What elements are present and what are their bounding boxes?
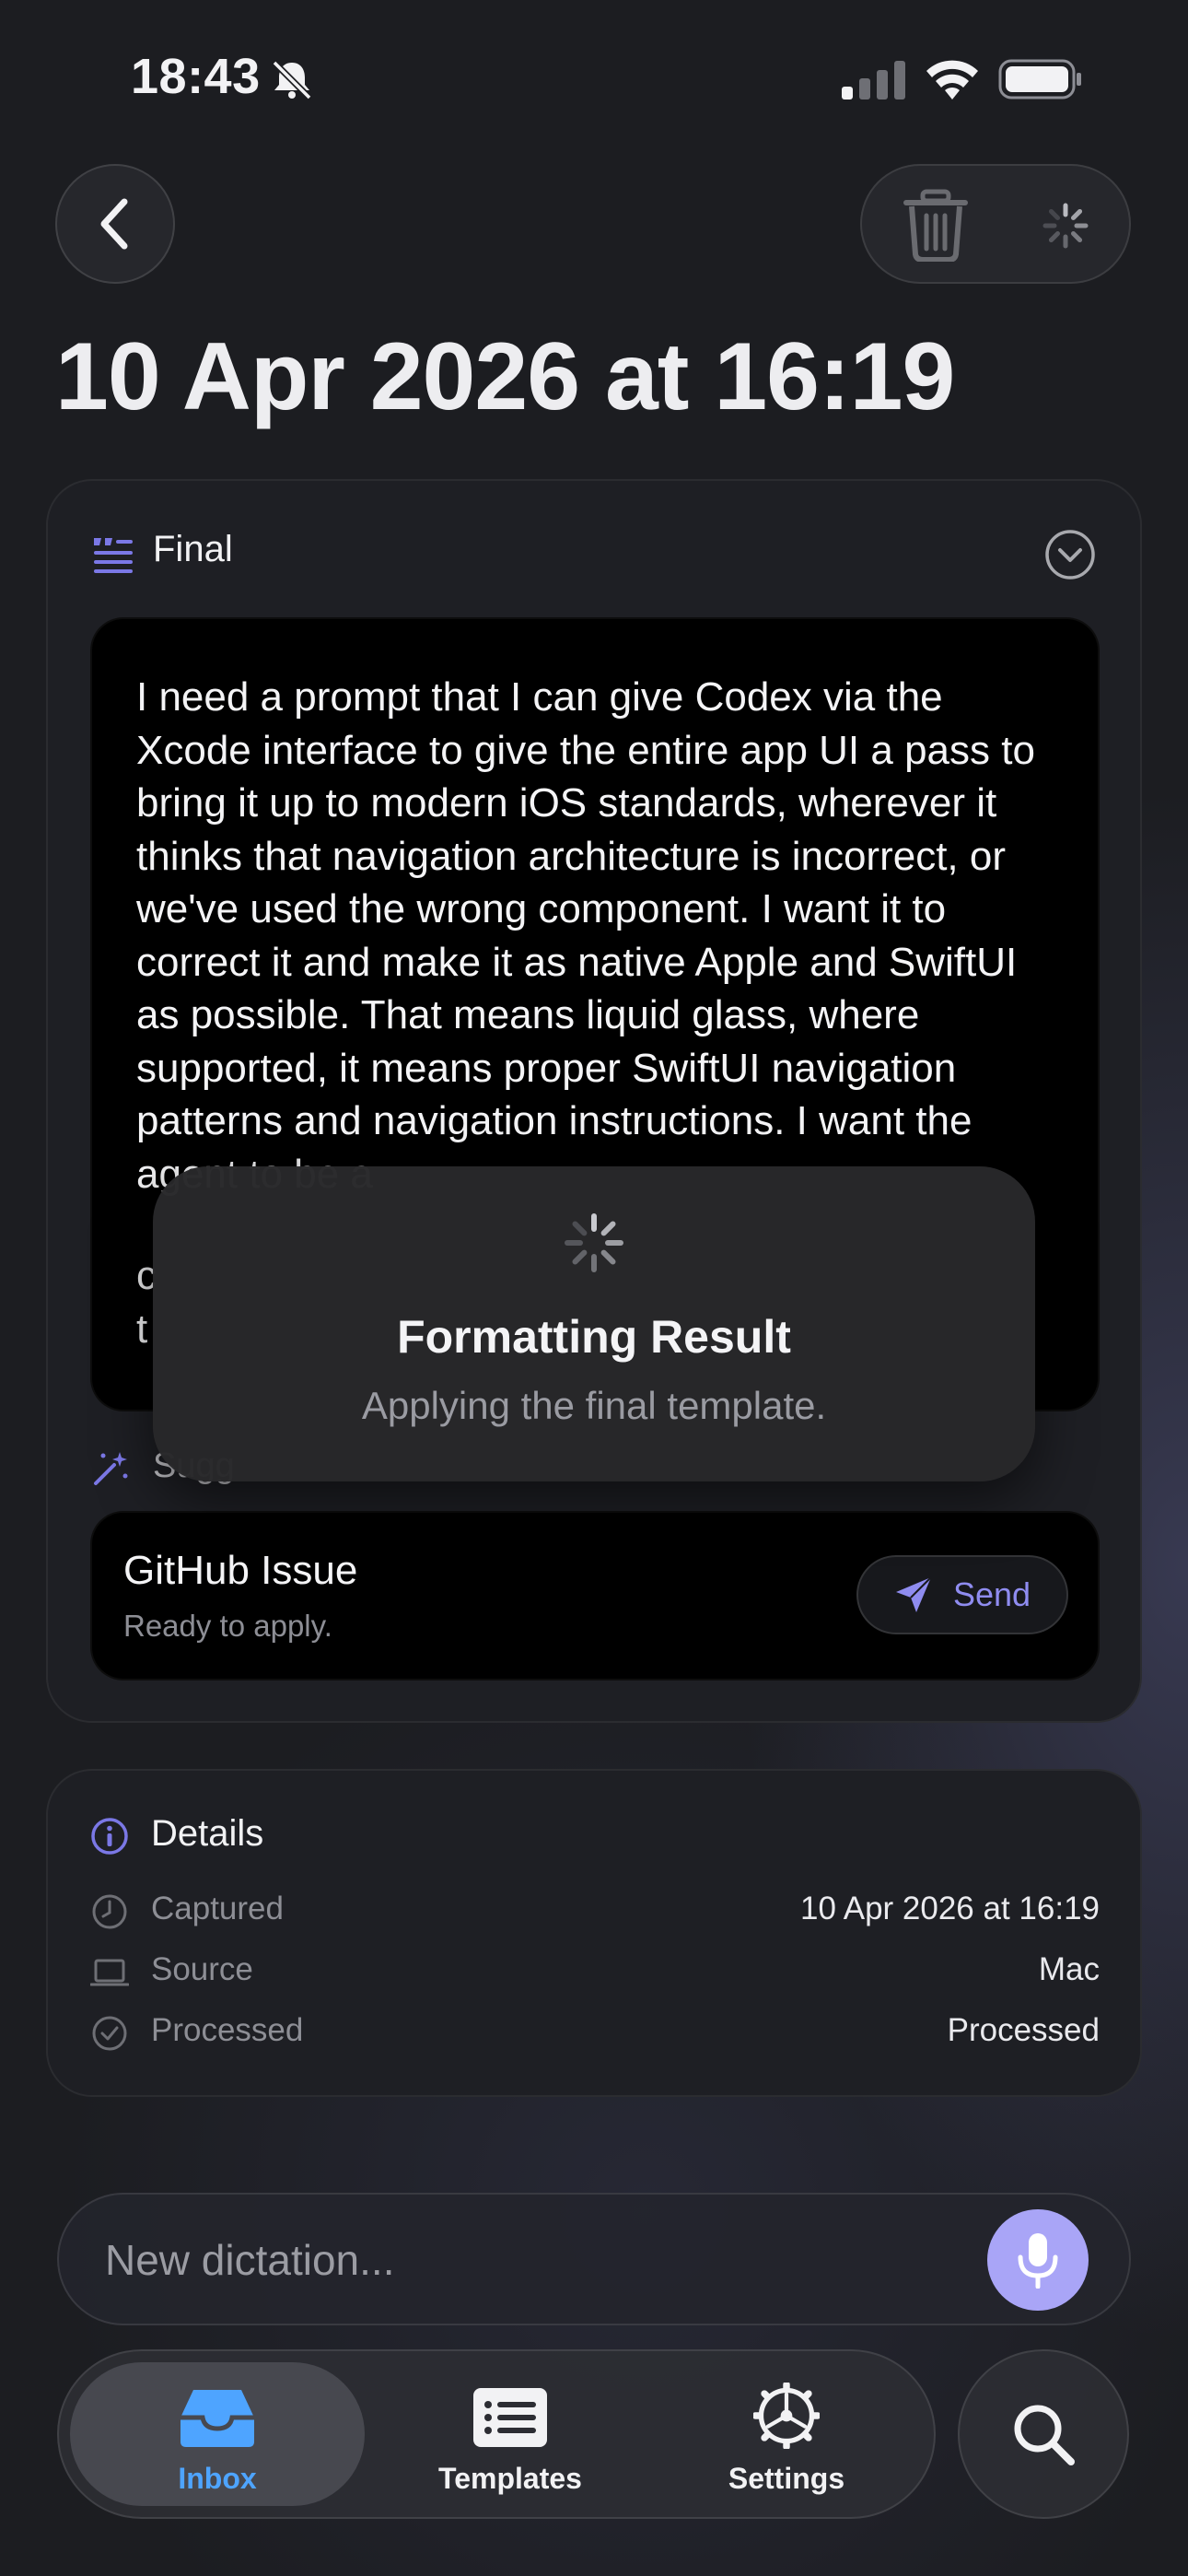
tab-label: Inbox <box>178 2462 257 2495</box>
final-card: Final I need a prompt that I can give Co… <box>46 479 1142 1723</box>
cellular-signal-icon <box>842 61 905 100</box>
screen: 18:43 10 Apr 2026 at 16:19 Final I need … <box>0 0 1188 2576</box>
dictation-input[interactable] <box>103 2230 936 2290</box>
bell-slash-icon <box>272 60 312 100</box>
microphone-button[interactable] <box>987 2209 1089 2311</box>
detail-row-processed: Processed Processed <box>90 2007 1100 2058</box>
clock-icon <box>92 1894 127 1929</box>
template-suggestion[interactable]: GitHub Issue Ready to apply. Send <box>90 1511 1100 1680</box>
tray-icon <box>181 2390 254 2447</box>
send-label: Send <box>952 1575 1031 1613</box>
chevron-down-circle-icon[interactable] <box>1044 529 1096 580</box>
status-time: 18:43 <box>131 49 261 104</box>
checkmark-circle-icon <box>92 2016 127 2051</box>
overlay-title: Formatting Result <box>397 1311 791 1363</box>
overlay-subtitle: Applying the final template. <box>361 1384 827 1427</box>
details-label: Details <box>151 1813 264 1854</box>
detail-value: Mac <box>1038 1951 1100 1987</box>
list-icon <box>473 2388 547 2447</box>
wifi-icon <box>926 60 978 100</box>
detail-label: Captured <box>151 1891 284 1926</box>
activity-spinner-icon <box>1042 203 1089 249</box>
back-button[interactable] <box>55 164 175 284</box>
microphone-icon <box>1018 2233 1058 2289</box>
tab-label: Templates <box>438 2462 582 2495</box>
page-title: 10 Apr 2026 at 16:19 <box>55 323 955 430</box>
text-quote-icon <box>94 538 133 573</box>
detail-label: Processed <box>151 2012 304 2048</box>
laptop-icon <box>90 1959 129 1986</box>
detail-row-source: Source Mac <box>90 1946 1100 1997</box>
tab-templates[interactable]: Templates <box>390 2362 630 2506</box>
formatting-overlay: Formatting Result Applying the final tem… <box>153 1166 1035 1481</box>
template-status: Ready to apply. <box>123 1609 332 1643</box>
trash-icon[interactable] <box>899 188 973 262</box>
detail-row-captured: Captured 10 Apr 2026 at 16:19 <box>90 1885 1100 1937</box>
tab-settings[interactable]: Settings <box>667 2362 906 2506</box>
send-button[interactable]: Send <box>856 1555 1068 1634</box>
final-text: I need a prompt that I can give Codex vi… <box>136 674 1035 1197</box>
search-button[interactable] <box>958 2349 1129 2519</box>
battery-icon <box>998 59 1081 100</box>
dictation-bar <box>57 2193 1131 2325</box>
tab-inbox[interactable]: Inbox <box>70 2362 365 2506</box>
detail-value: Processed <box>947 2012 1100 2048</box>
magic-wand-icon <box>94 1452 128 1485</box>
final-section-label: Final <box>153 529 233 569</box>
template-name: GitHub Issue <box>123 1548 358 1593</box>
tab-label: Settings <box>728 2462 845 2495</box>
chevron-left-icon <box>100 198 128 250</box>
gear-icon <box>753 2383 820 2449</box>
search-icon <box>1014 2405 1075 2465</box>
final-text-tail-line: t <box>136 1306 148 1352</box>
info-circle-icon <box>91 1818 128 1855</box>
detail-value: 10 Apr 2026 at 16:19 <box>800 1891 1100 1926</box>
tab-bar: Inbox Templates Settings <box>57 2349 936 2519</box>
details-card: Details Captured 10 Apr 2026 at 16:19 So… <box>46 1769 1142 2097</box>
paper-plane-icon <box>895 1576 932 1612</box>
toolbar-actions <box>860 164 1131 284</box>
activity-spinner-icon <box>565 1213 623 1272</box>
detail-label: Source <box>151 1951 253 1987</box>
